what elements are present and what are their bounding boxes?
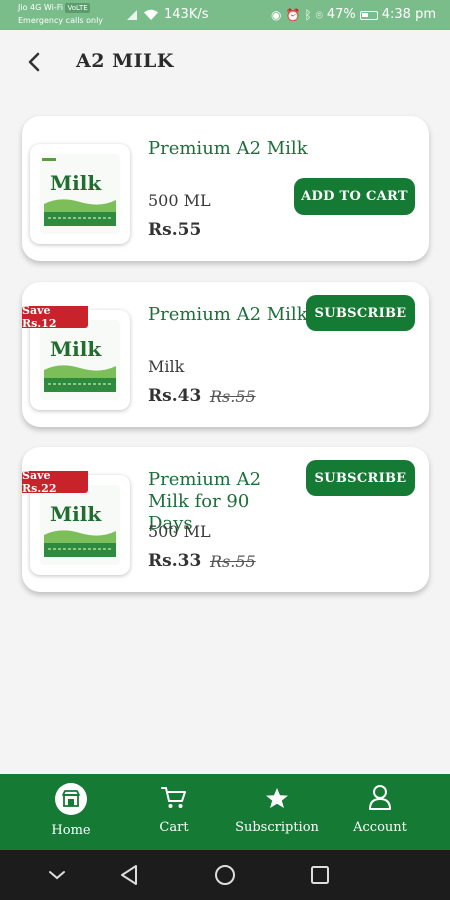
product-card[interactable]: Save Rs.22 Milk Premium A2 Milk for 90 D… (22, 447, 429, 592)
product-card[interactable]: Save Rs.12 Milk Premium A2 Milk Milk Rs.… (22, 282, 429, 427)
system-home-button[interactable] (213, 863, 237, 887)
system-recents-button[interactable] (308, 863, 332, 887)
product-name: Premium A2 Milk (148, 304, 308, 325)
back-button[interactable] (18, 46, 50, 78)
system-back-button[interactable] (117, 863, 141, 887)
carrier-name: Jio 4G Wi-Fi (18, 3, 63, 12)
network-indicators: 143K/s (126, 7, 209, 23)
svg-text:Milk: Milk (50, 171, 102, 195)
subscribe-button[interactable]: SUBSCRIBE (306, 460, 415, 496)
square-recents-icon (311, 866, 329, 884)
clock: 4:38 pm (381, 7, 436, 22)
product-quantity: 500 ML (148, 191, 211, 210)
star-icon (266, 788, 288, 808)
nav-label-home: Home (51, 823, 91, 838)
page-title: A2 MILK (76, 50, 174, 72)
svg-text:Milk: Milk (50, 337, 102, 361)
carrier-tag: VoLTE (65, 3, 90, 13)
battery-icon (359, 10, 378, 20)
cart-icon (161, 787, 186, 808)
wifi-icon (144, 9, 158, 20)
milk-pack-image: Milk (40, 154, 120, 234)
signal-icon (127, 10, 137, 20)
battery-percent: 47% (326, 7, 356, 22)
product-price: Rs.55 (148, 220, 202, 240)
bluetooth-icon: ᛒ (304, 8, 312, 22)
product-price: Rs.33 (148, 551, 202, 571)
home-store-icon (55, 783, 87, 815)
product-name: Premium A2 Milk (148, 138, 308, 159)
nav-label-cart: Cart (159, 820, 189, 835)
product-price: Rs.43 (148, 386, 202, 406)
svg-text:Milk: Milk (50, 502, 102, 526)
chevron-down-icon (49, 871, 65, 880)
chevron-left-icon (28, 52, 40, 72)
save-badge: Save Rs.22 (22, 469, 88, 495)
bottom-navigation: Home Cart Subscription Account (0, 774, 450, 850)
save-badge: Save Rs.12 (22, 304, 88, 330)
subscribe-button[interactable]: SUBSCRIBE (306, 295, 415, 331)
account-icon (369, 785, 391, 810)
product-card[interactable]: Milk Premium A2 Milk 500 ML Rs.55 ADD TO… (22, 116, 429, 261)
nav-label-subscription: Subscription (235, 820, 319, 835)
status-bar: Jio 4G Wi-Fi VoLTE Emergency calls only … (0, 0, 450, 30)
eye-icon: ◉ (271, 8, 282, 22)
product-mrp: Rs.55 (210, 552, 256, 571)
nav-item-account[interactable]: Account (348, 774, 412, 850)
hide-keyboard-button[interactable] (45, 863, 69, 887)
triangle-back-icon (121, 865, 137, 885)
nav-item-cart[interactable]: Cart (144, 774, 204, 850)
product-mrp: Rs.55 (210, 387, 256, 406)
product-quantity: Milk (148, 357, 185, 376)
location-icon: ⌾ (315, 8, 323, 22)
nav-item-home[interactable]: Home (36, 774, 106, 850)
app-header: A2 MILK (0, 30, 450, 94)
system-navigation-bar (0, 850, 450, 900)
emergency-text: Emergency calls only (18, 16, 104, 25)
status-indicators: ◉ ⏰ ᛒ ⌾ 47% 4:38 pm (271, 7, 436, 23)
product-quantity: 500 ML (148, 522, 211, 541)
nav-label-account: Account (353, 820, 407, 835)
alarm-icon: ⏰ (285, 8, 301, 22)
circle-home-icon (215, 865, 235, 885)
nav-item-subscription[interactable]: Subscription (232, 774, 322, 850)
product-image: Milk (30, 144, 130, 244)
add-to-cart-button[interactable]: ADD TO CART (294, 178, 415, 215)
carrier-info: Jio 4G Wi-Fi VoLTE (18, 3, 90, 13)
network-speed: 143K/s (164, 7, 209, 22)
